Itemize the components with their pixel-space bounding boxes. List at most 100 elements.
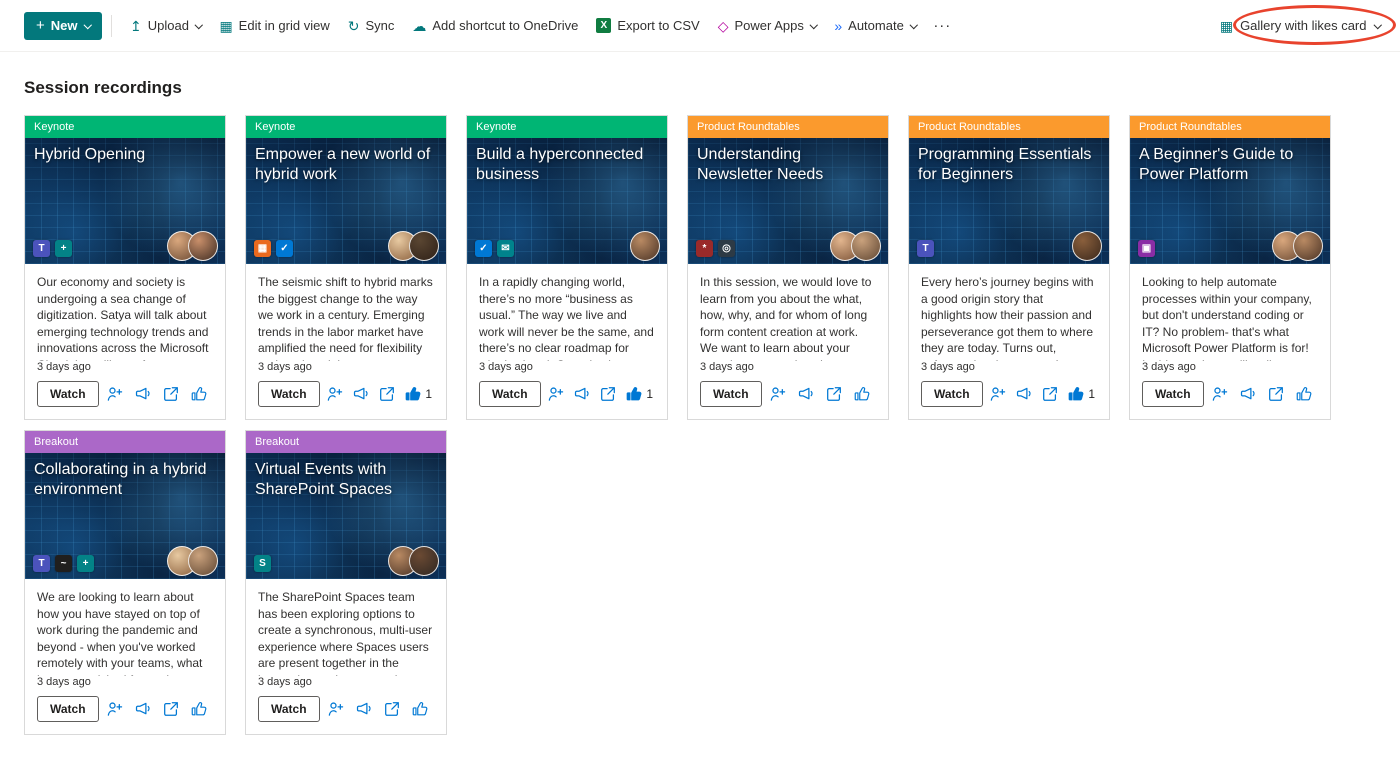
new-button-label: New (50, 18, 78, 33)
session-card: Breakout Collaborating in a hybrid envir… (24, 430, 226, 735)
watch-button[interactable]: Watch (700, 381, 762, 407)
card-actions: Watch (246, 696, 446, 734)
thumb-up-icon (191, 387, 207, 401)
watch-button[interactable]: Watch (37, 381, 99, 407)
avatar-group (830, 231, 881, 261)
command-bar: + New ↥ Upload ▦ Edit in grid view ↻ Syn… (0, 0, 1400, 52)
automate-icon: » (834, 17, 843, 34)
view-selector[interactable]: ▦ Gallery with likes card (1214, 18, 1386, 33)
edit-grid-view-button[interactable]: ▦ Edit in grid view (210, 10, 338, 42)
watch-button[interactable]: Watch (921, 381, 983, 407)
shield-app-icon: + (77, 555, 94, 572)
sync-button[interactable]: ↻ Sync (339, 10, 404, 42)
share-icon (1043, 387, 1058, 401)
promote-button[interactable] (795, 383, 817, 405)
like-button[interactable] (188, 383, 213, 405)
watch-button[interactable]: Watch (1142, 381, 1204, 407)
follow-button[interactable] (104, 383, 126, 405)
like-button[interactable] (188, 698, 213, 720)
card-thumbnail: Build a hyperconnected business ✓ ✉ (467, 138, 667, 264)
promote-button[interactable] (350, 383, 372, 405)
watch-button[interactable]: Watch (258, 696, 320, 722)
card-thumbnail: Programming Essentials for Beginners T (909, 138, 1109, 264)
share-button[interactable] (160, 383, 182, 405)
chevron-down-icon (909, 20, 918, 29)
add-shortcut-onedrive-button[interactable]: ☁ Add shortcut to OneDrive (403, 10, 587, 42)
share-icon (1269, 387, 1284, 401)
command-items: ↥ Upload ▦ Edit in grid view ↻ Sync ☁ Ad… (121, 10, 925, 42)
follow-button[interactable] (324, 383, 346, 405)
promote-button[interactable] (571, 383, 593, 405)
card-description: Our economy and society is undergoing a … (37, 275, 209, 361)
app-icon-row: ▦ ✓ (254, 240, 293, 257)
like-count: 1 (1088, 387, 1095, 401)
like-button[interactable] (851, 383, 876, 405)
share-button[interactable] (160, 698, 182, 720)
like-button[interactable]: 1 (1065, 383, 1097, 405)
card-description: Every hero’s journey begins with a good … (921, 275, 1094, 361)
card-actions: Watch (688, 381, 888, 419)
teams-app-icon: T (33, 240, 50, 257)
upload-button[interactable]: ↥ Upload (121, 10, 210, 42)
teams-app-icon: T (33, 555, 50, 572)
card-title: Virtual Events with SharePoint Spaces (255, 461, 392, 499)
pen-check-app-icon: ✓ (475, 240, 492, 257)
promote-button[interactable] (353, 698, 375, 720)
video-app-icon: ▣ (1138, 240, 1155, 257)
promote-button[interactable] (1013, 383, 1035, 405)
promote-button[interactable] (132, 698, 154, 720)
card-age: 3 days ago (1142, 361, 1196, 373)
share-button[interactable] (597, 383, 619, 405)
megaphone-icon (1016, 387, 1031, 400)
person-add-icon (771, 387, 786, 401)
category-badge: Keynote (467, 116, 667, 138)
card-description: Looking to help automate processes withi… (1142, 275, 1312, 361)
person-add-icon (1213, 387, 1228, 401)
card-title: Empower a new world of hybrid work (255, 146, 431, 184)
avatar-group (1272, 231, 1323, 261)
category-label: Keynote (255, 121, 296, 133)
share-button[interactable] (1039, 383, 1061, 405)
megaphone-icon (136, 702, 150, 715)
app-icon-row: ▣ (1138, 240, 1155, 257)
app-icon-row: T (917, 240, 934, 257)
watch-button[interactable]: Watch (479, 381, 541, 407)
share-button[interactable] (1265, 383, 1287, 405)
chevron-down-icon (194, 20, 203, 29)
thumb-up-icon (1068, 387, 1084, 401)
person-add-icon (108, 702, 123, 716)
follow-button[interactable] (104, 698, 126, 720)
like-button[interactable] (409, 698, 434, 720)
megaphone-icon (136, 387, 150, 400)
like-button[interactable]: 1 (402, 383, 434, 405)
promote-button[interactable] (1237, 383, 1259, 405)
watch-button[interactable]: Watch (37, 696, 99, 722)
session-card: Keynote Build a hyperconnected business … (466, 115, 668, 420)
export-csv-button[interactable]: X Export to CSV (587, 10, 708, 42)
new-button[interactable]: + New (24, 11, 102, 40)
follow-button[interactable] (1209, 383, 1231, 405)
follow-button[interactable] (987, 383, 1009, 405)
watch-button[interactable]: Watch (258, 381, 320, 407)
power-apps-button[interactable]: ◇ Power Apps (709, 10, 826, 42)
share-button[interactable] (823, 383, 845, 405)
like-button[interactable]: 1 (623, 383, 655, 405)
share-icon (827, 387, 842, 401)
card-actions: Watch (909, 381, 1109, 419)
category-badge: Keynote (25, 116, 225, 138)
like-count: 1 (646, 387, 653, 401)
automate-button[interactable]: » Automate (825, 10, 925, 42)
grid-icon: ▦ (219, 17, 233, 34)
follow-button[interactable] (767, 383, 789, 405)
avatar (188, 546, 218, 576)
avatar (188, 231, 218, 261)
like-button[interactable] (1293, 383, 1318, 405)
share-button[interactable] (381, 698, 403, 720)
more-commands-button[interactable]: ··· (925, 17, 959, 34)
share-button[interactable] (376, 383, 398, 405)
app-icon-row: ✓ ✉ (475, 240, 514, 257)
follow-button[interactable] (545, 383, 567, 405)
card-title: Programming Essentials for Beginners (918, 146, 1092, 184)
promote-button[interactable] (132, 383, 154, 405)
follow-button[interactable] (325, 698, 347, 720)
